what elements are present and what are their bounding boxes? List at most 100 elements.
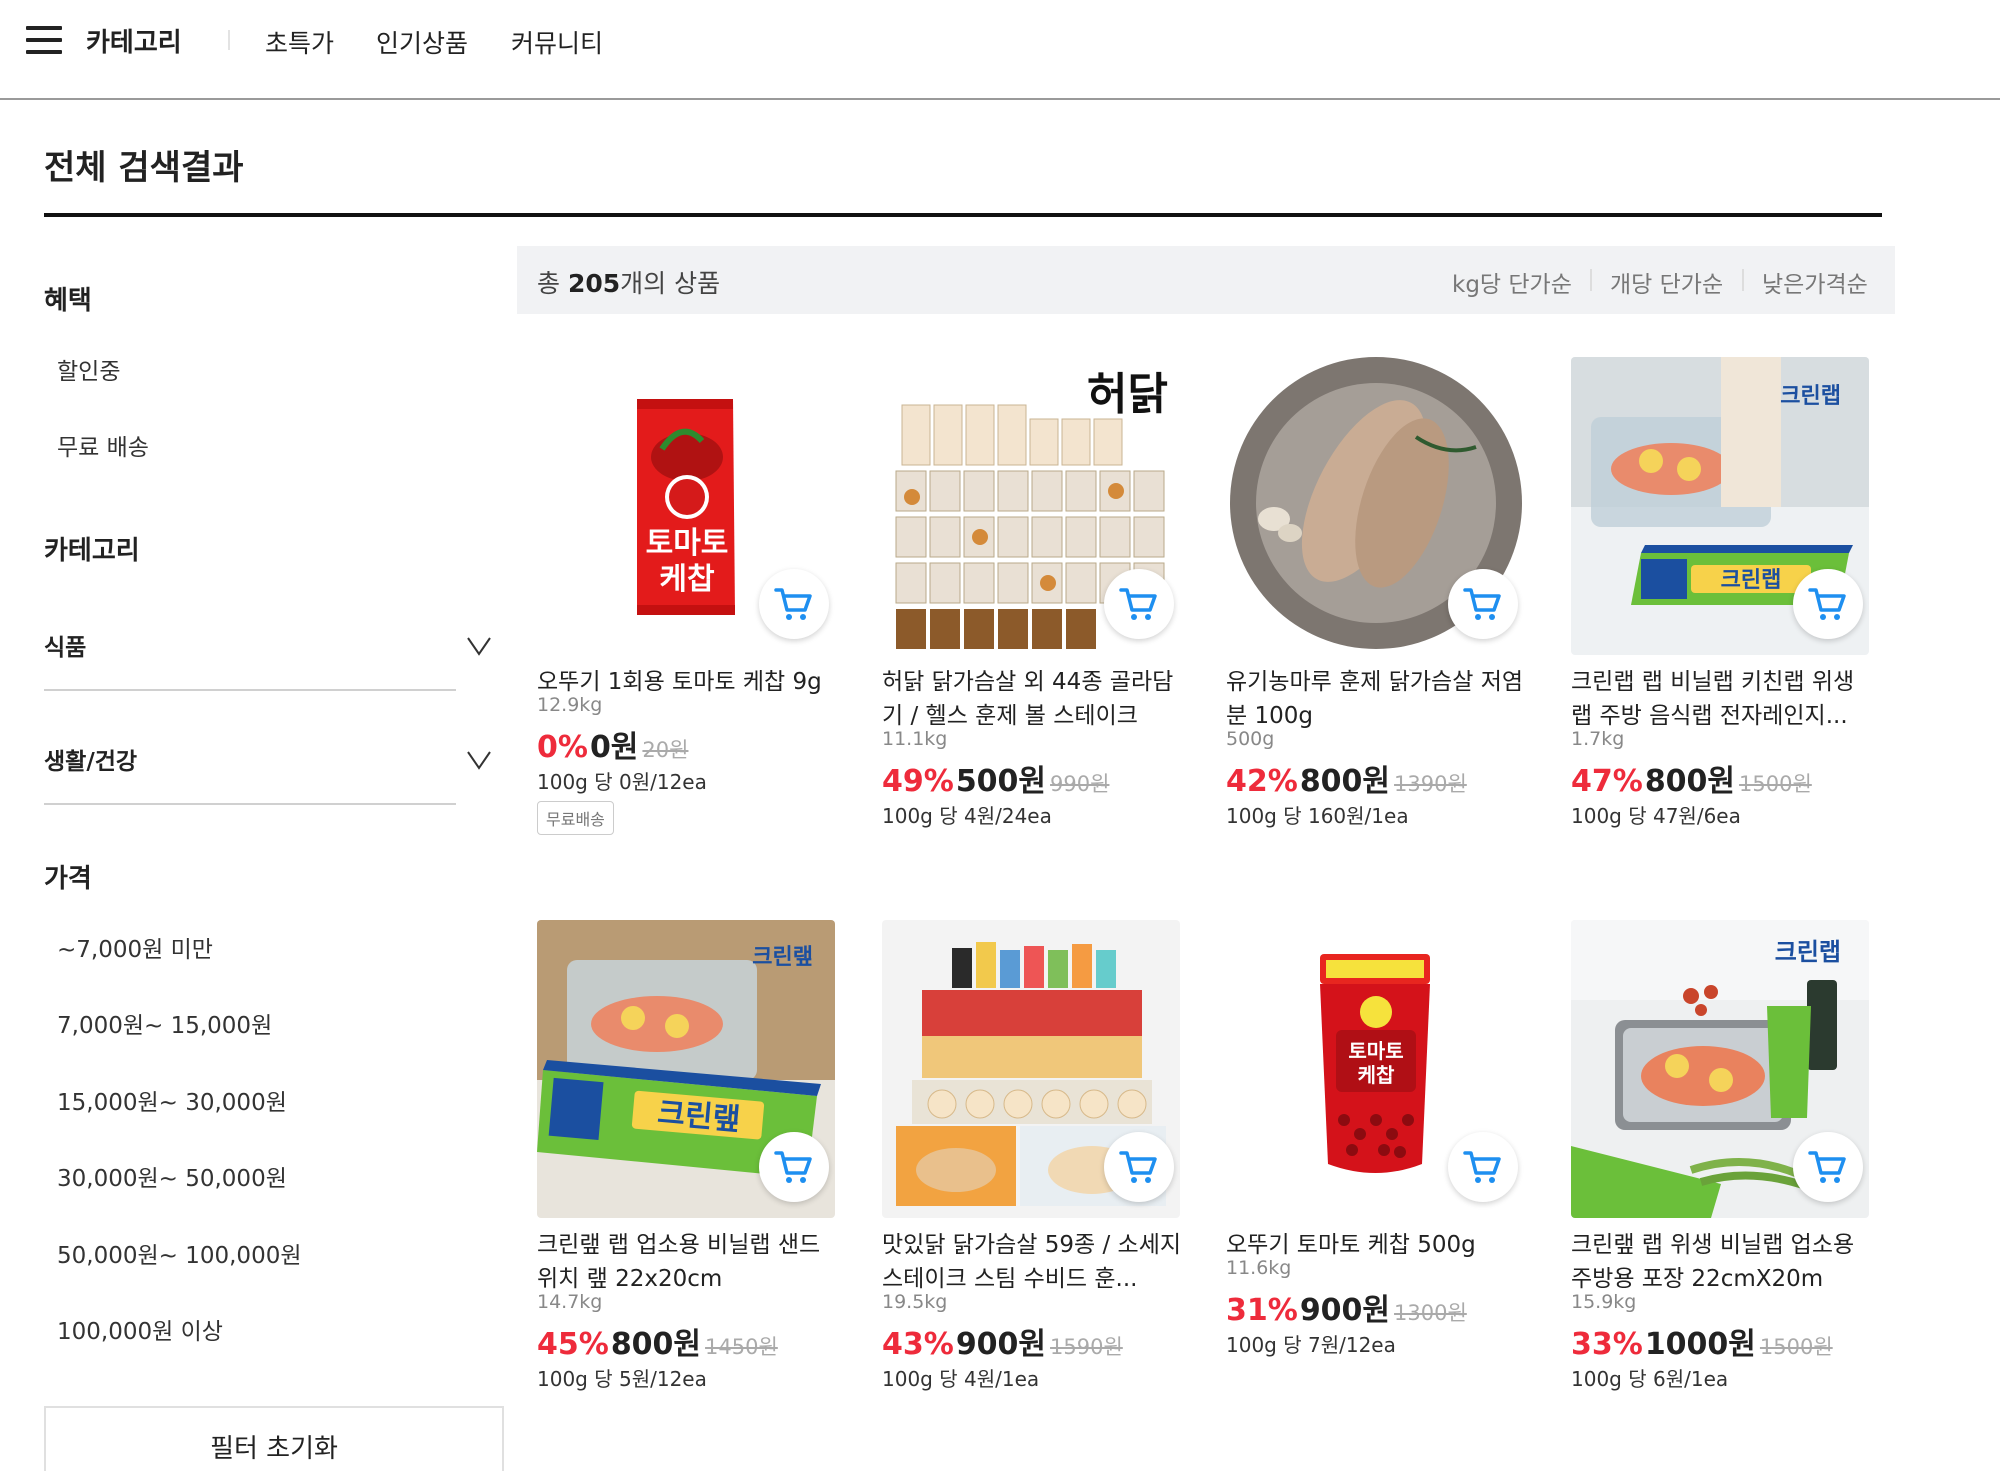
product-weight: 15.9kg [1571, 1291, 1637, 1313]
sale-price: 0원 [589, 730, 639, 765]
top-navigation: 카테고리 초특가 인기상품 커뮤니티 [0, 0, 2000, 100]
cart-icon [774, 1151, 812, 1183]
nav-link-popular[interactable]: 인기상품 [376, 24, 468, 60]
add-to-cart-button[interactable] [1793, 569, 1863, 639]
product-name[interactable]: 크린랲 랩 업소용 비닐랩 샌드위치 랲 22x20cm [537, 1228, 837, 1296]
nav-link-special-price[interactable]: 초특가 [265, 24, 334, 60]
svg-text:크린랲: 크린랲 [656, 1096, 742, 1138]
product-weight: 14.7kg [537, 1291, 603, 1313]
product-name[interactable]: 맛있닭 닭가슴살 59종 / 소세지 스테이크 스팀 수비드 훈... [882, 1228, 1182, 1296]
price-range-50000-100000[interactable]: 50,000원~ 100,000원 [57, 1236, 302, 1270]
product-name[interactable]: 크린랩 랩 비닐랩 키친랩 위생랩 주방 음식랩 전자레인지... [1571, 665, 1871, 733]
original-price: 1500원 [1759, 1335, 1833, 1359]
svg-text:크린랩: 크린랩 [1721, 568, 1782, 593]
discount-rate: 31% [1226, 1293, 1298, 1328]
category-divider [44, 803, 456, 805]
price-filter-title: 가격 [44, 864, 92, 894]
add-to-cart-button[interactable] [1793, 1132, 1863, 1202]
add-to-cart-button[interactable] [759, 569, 829, 639]
unit-price: 100g 당 4원/24ea [882, 804, 1052, 828]
product-name[interactable]: 유기농마루 훈제 닭가슴살 저염분 100g [1226, 665, 1526, 733]
price-range-under-7000[interactable]: ~7,000원 미만 [57, 930, 213, 964]
product-name[interactable]: 크린랲 랩 위생 비닐랩 업소용 주방용 포장 22cmX20m [1571, 1228, 1871, 1296]
chevron-down-icon[interactable] [466, 746, 492, 772]
add-to-cart-button[interactable] [1104, 569, 1174, 639]
chevron-down-icon[interactable] [466, 632, 492, 658]
add-to-cart-button[interactable] [1448, 569, 1518, 639]
add-to-cart-button[interactable] [1448, 1132, 1518, 1202]
svg-text:토마토: 토마토 [1348, 1039, 1403, 1063]
discount-rate: 49% [882, 764, 954, 799]
page-title: 전체 검색결과 [44, 148, 244, 188]
filter-discount[interactable]: 할인중 [57, 352, 120, 386]
unit-price: 100g 당 7원/12ea [1226, 1333, 1396, 1357]
result-summary-bar: 총 205개의 상품 kg당 단가순 개당 단가순 낮은가격순 [517, 246, 1895, 314]
add-to-cart-button[interactable] [759, 1132, 829, 1202]
svg-text:허닭: 허닭 [1087, 369, 1168, 420]
discount-rate: 0% [537, 730, 588, 765]
unit-price: 100g 당 160원/1ea [1226, 804, 1409, 828]
svg-text:케찹: 케찹 [659, 562, 715, 597]
unit-price: 100g 당 5원/12ea [537, 1367, 707, 1391]
sort-divider [1590, 269, 1592, 291]
reset-filter-button[interactable]: 필터 초기화 [44, 1406, 504, 1471]
svg-text:케찹: 케찹 [1358, 1063, 1395, 1087]
original-price: 1390원 [1394, 772, 1467, 796]
sale-price: 800원 [610, 1327, 702, 1362]
product-price-row: 43%900원 1590원 [882, 1319, 1123, 1363]
result-count: 총 205개의 상품 [537, 269, 721, 298]
unit-price: 100g 당 47원/6ea [1571, 804, 1741, 828]
category-living-health[interactable]: 생활/건강 [44, 742, 137, 776]
hamburger-icon[interactable] [26, 26, 62, 54]
unit-price: 100g 당 0원/12ea [537, 770, 707, 794]
product-weight: 19.5kg [882, 1291, 948, 1313]
price-range-15000-30000[interactable]: 15,000원~ 30,000원 [57, 1083, 287, 1117]
sale-price: 500원 [955, 764, 1047, 799]
sort-by-unit-price[interactable]: 개당 단가순 [1610, 265, 1723, 299]
discount-rate: 33% [1571, 1327, 1643, 1362]
price-range-over-100000[interactable]: 100,000원 이상 [57, 1312, 223, 1346]
filter-free-shipping[interactable]: 무료 배송 [57, 428, 149, 462]
cart-icon [1463, 588, 1501, 620]
sale-price: 900원 [955, 1327, 1047, 1362]
discount-rate: 45% [537, 1327, 609, 1362]
product-price-row: 0%0원 20원 [537, 722, 688, 766]
svg-text:크린랲: 크린랲 [752, 945, 813, 970]
sale-price: 800원 [1644, 764, 1736, 799]
price-range-30000-50000[interactable]: 30,000원~ 50,000원 [57, 1159, 287, 1193]
nav-link-community[interactable]: 커뮤니티 [511, 24, 603, 60]
cart-icon [1463, 1151, 1501, 1183]
svg-text:토마토: 토마토 [646, 526, 729, 561]
product-price-row: 31%900원 1300원 [1226, 1285, 1467, 1329]
sale-price: 1000원 [1644, 1327, 1756, 1362]
original-price: 1300원 [1394, 1301, 1467, 1325]
add-to-cart-button[interactable] [1104, 1132, 1174, 1202]
unit-price: 100g 당 6원/1ea [1571, 1367, 1729, 1391]
sale-price: 800원 [1299, 764, 1391, 799]
price-range-7000-15000[interactable]: 7,000원~ 15,000원 [57, 1006, 272, 1040]
sort-by-kg-price[interactable]: kg당 단가순 [1452, 265, 1572, 299]
benefit-filter-title: 혜택 [44, 286, 92, 316]
discount-rate: 42% [1226, 764, 1298, 799]
cart-icon [1808, 1151, 1846, 1183]
discount-rate: 47% [1571, 764, 1643, 799]
unit-price: 100g 당 4원/1ea [882, 1367, 1040, 1391]
cart-icon [1119, 588, 1157, 620]
product-price-row: 49%500원 990원 [882, 756, 1109, 800]
category-food[interactable]: 식품 [44, 628, 86, 662]
original-price: 990원 [1050, 772, 1110, 796]
svg-text:크린랩: 크린랩 [1775, 938, 1841, 966]
original-price: 1450원 [705, 1335, 778, 1359]
product-name[interactable]: 허닭 닭가슴살 외 44종 골라담기 / 헬스 훈제 볼 스테이크 [882, 665, 1182, 733]
product-weight: 12.9kg [537, 694, 603, 716]
category-menu-label[interactable]: 카테고리 [86, 22, 182, 59]
original-price: 1590원 [1050, 1335, 1123, 1359]
category-divider [44, 689, 456, 691]
result-count-number: 205 [567, 269, 621, 298]
sort-by-low-price[interactable]: 낮은가격순 [1762, 265, 1868, 299]
cart-icon [1119, 1151, 1157, 1183]
cart-icon [774, 588, 812, 620]
product-price-row: 33%1000원 1500원 [1571, 1319, 1833, 1363]
sort-divider [1742, 269, 1744, 291]
svg-text:크린랩: 크린랩 [1780, 384, 1841, 409]
